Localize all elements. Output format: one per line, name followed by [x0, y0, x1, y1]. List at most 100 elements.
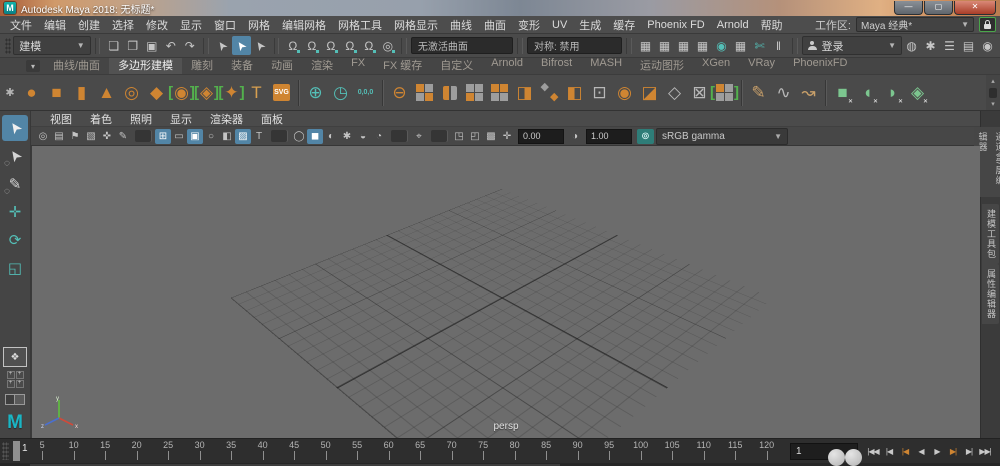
redo[interactable]: ↷ [180, 36, 199, 55]
tab-modeling-toolkit[interactable]: 建模工具包 [982, 204, 999, 264]
use-all-lights[interactable]: ✱ [339, 129, 355, 144]
time-tick-5[interactable]: 5 [42, 440, 43, 462]
panel-menu-view[interactable]: 视图 [41, 111, 81, 127]
shelf-subdiv-preview-cube[interactable]: ◈ [905, 79, 930, 107]
shelf-multi-cut[interactable] [487, 79, 512, 107]
play-forwards[interactable]: ▶ [929, 443, 945, 459]
shelf-poly-type-tool[interactable]: T [244, 79, 269, 107]
contrast-icon[interactable]: ◑ [567, 129, 583, 144]
time-tick-115[interactable]: 115 [735, 440, 736, 462]
shelf-sphere-projection[interactable]: ◉ [612, 79, 637, 107]
make-object-live[interactable]: ◎ [378, 36, 397, 55]
time-tick-105[interactable]: 105 [672, 440, 673, 462]
render-sequence[interactable]: ▦ [731, 36, 750, 55]
shelf-subdiv-preview-surface[interactable]: ◗ [880, 79, 905, 107]
time-tick-90[interactable]: 90 [578, 440, 579, 462]
panel-menu-shading[interactable]: 着色 [81, 111, 121, 127]
menu-set-selector[interactable]: 建模 ▼ [13, 36, 91, 55]
time-tick-20[interactable]: 20 [137, 440, 138, 462]
window-control-minimize[interactable]: — [894, 1, 923, 15]
panel-button[interactable] [135, 130, 151, 142]
shelf-time-editor[interactable]: ◷ [328, 79, 353, 107]
shelf-icon[interactable] [382, 80, 383, 106]
snap-to-point[interactable]: Ω [321, 36, 340, 55]
grid-toggle[interactable]: ⊞ [155, 129, 171, 144]
shelf-tab-fx-caching[interactable]: FX 缓存 [374, 58, 431, 74]
step-forward-frame[interactable]: ▶| [961, 443, 977, 459]
toggle-tool-settings[interactable]: ✱ [921, 36, 940, 55]
shelf-tab-arnold[interactable]: Arnold [482, 58, 532, 74]
layout-two-pane[interactable] [5, 392, 25, 408]
menu-help[interactable]: 帮助 [755, 17, 789, 33]
time-tick-40[interactable]: 40 [263, 440, 264, 462]
shelf-tab-phoenixfd[interactable]: PhoenixFD [784, 58, 856, 74]
shelf-tab-fx[interactable]: FX [342, 58, 374, 74]
toggle-channel-box[interactable]: ☰ [940, 36, 959, 55]
go-to-start[interactable]: |◀◀ [865, 443, 881, 459]
menu-deform[interactable]: 变形 [512, 17, 546, 33]
shelf-icon[interactable] [741, 80, 742, 106]
menu-uv[interactable]: UV [546, 19, 573, 31]
snap-to-projected-center[interactable]: Ω [340, 36, 359, 55]
safe-action[interactable]: ▨ [235, 129, 251, 144]
textured-display[interactable]: ◐ [323, 129, 339, 144]
shelf-unfold-uvs[interactable]: ◇ [662, 79, 687, 107]
wireframe-on-shaded[interactable]: ▩ [483, 129, 499, 144]
shelf-reset-pivot-origin[interactable]: 0,0,0 [353, 79, 378, 107]
shelf-tab-mash[interactable]: MASH [581, 58, 631, 74]
scale-tool[interactable]: ◱ [2, 255, 28, 281]
snap-to-view-plane[interactable]: Ω [359, 36, 378, 55]
select-tool[interactable]: ➤ [2, 115, 28, 141]
xray-display[interactable]: ◳ [451, 129, 467, 144]
shelf-tab-xgen[interactable]: XGen [693, 58, 739, 74]
menu-select[interactable]: 选择 [106, 17, 140, 33]
shelf-poly-super-shape[interactable]: ✦ [219, 79, 244, 107]
shelf-target-weld[interactable]: ⊡ [587, 79, 612, 107]
time-tick-45[interactable]: 45 [294, 440, 295, 462]
shelf-poly-disc[interactable]: ◉ [169, 79, 194, 107]
gamma-field[interactable]: 1.00 [586, 129, 632, 144]
pan-zoom-2d[interactable]: ✜ [99, 129, 115, 144]
shadows-display[interactable]: ◒ [355, 129, 371, 144]
shelf-edit-curve[interactable]: ∿ [771, 79, 796, 107]
wireframe-display[interactable]: ◯ [291, 129, 307, 144]
time-tick-100[interactable]: 100 [641, 440, 642, 462]
camera-attributes[interactable]: ▤ [51, 129, 67, 144]
shelf-poly-cube[interactable]: ■ [44, 79, 69, 107]
menu-mesh[interactable]: 网格 [242, 17, 276, 33]
shelf-marquee-region[interactable]: ⊠ [687, 79, 712, 107]
pause-viewport[interactable]: ‖ [769, 36, 788, 55]
safe-title[interactable]: T [251, 129, 267, 144]
workspace-lock-button[interactable] [979, 17, 996, 32]
ipr-render[interactable]: ▦ [674, 36, 693, 55]
go-to-end[interactable]: ▶▶| [977, 443, 993, 459]
time-tick-85[interactable]: 85 [546, 440, 547, 462]
scroll-up-icon[interactable]: ▴ [991, 77, 995, 85]
shelf-create-locator[interactable]: ⊕ [303, 79, 328, 107]
play-backwards[interactable]: ◀ [913, 443, 929, 459]
hypershade[interactable]: ◉ [712, 36, 731, 55]
panel-menu-lighting[interactable]: 照明 [121, 111, 161, 127]
window-control-close[interactable]: ✕ [954, 1, 996, 15]
menu-phoenix-fd[interactable]: Phoenix FD [641, 19, 710, 31]
rotate-tool[interactable]: ⟳ [2, 227, 28, 253]
time-tick-35[interactable]: 35 [231, 440, 232, 462]
shelf-poly-cylinder[interactable]: ▮ [69, 79, 94, 107]
shelf-tab-curves-surfaces[interactable]: 曲线/曲面 [44, 58, 109, 74]
layout-single-pane[interactable]: ❖ [3, 347, 27, 367]
shelf-bevel[interactable]: ◨ [512, 79, 537, 107]
undo[interactable]: ↶ [161, 36, 180, 55]
shelf-uv-grid-sphere[interactable] [712, 79, 737, 107]
colorspace-dropdown[interactable]: sRGB gamma ▼ [656, 128, 788, 145]
xray-joints[interactable]: ◰ [467, 129, 483, 144]
time-ticks[interactable]: 5101520253035404550556065707580859095100… [11, 440, 783, 462]
shaded-display[interactable]: ◼ [307, 129, 323, 144]
shelf-extrude[interactable]: ◧ [562, 79, 587, 107]
maya-logo[interactable]: M [7, 412, 23, 434]
time-tick-65[interactable]: 65 [420, 440, 421, 462]
render-settings[interactable]: ▦ [693, 36, 712, 55]
shelf-poly-sphere[interactable]: ● [19, 79, 44, 107]
shelf-poly-cone[interactable]: ▲ [94, 79, 119, 107]
shelf-icon[interactable] [298, 80, 299, 106]
gamma-correction-button[interactable]: ⊚ [637, 129, 654, 144]
